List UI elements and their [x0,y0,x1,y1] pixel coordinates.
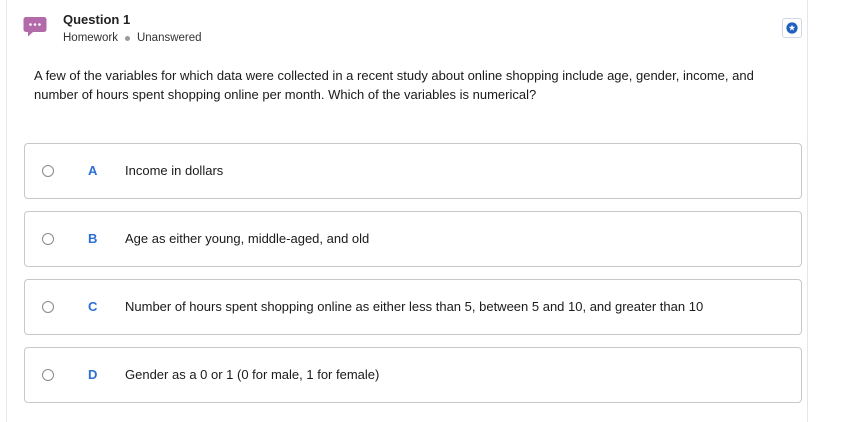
dot-separator [124,35,130,41]
option-d[interactable]: D Gender as a 0 or 1 (0 for male, 1 for … [24,347,802,403]
option-letter: A [88,163,98,178]
option-label: Gender as a 0 or 1 (0 for male, 1 for fe… [125,367,380,382]
option-letter: B [88,231,98,246]
question-card: Question 1 Homework Unanswered A few of … [6,0,808,422]
option-b[interactable]: B Age as either young, middle-aged, and … [24,211,802,267]
question-text: A few of the variables for which data we… [34,68,754,102]
option-label: Number of hours spent shopping online as… [125,299,704,314]
radio-button[interactable] [42,369,54,381]
chat-bubble-icon [23,17,47,37]
option-c[interactable]: C Number of hours spent shopping online … [24,279,802,335]
radio-button[interactable] [42,233,54,245]
option-letter: C [88,299,98,314]
star-bookmark-icon [786,22,798,34]
bookmark-button[interactable] [782,18,802,38]
radio-button[interactable] [42,301,54,313]
question-status: Unanswered [136,32,202,44]
question-category: Homework [63,32,118,44]
option-letter: D [88,367,98,382]
question-meta: Homework Unanswered [63,32,202,44]
option-label: Age as either young, middle-aged, and ol… [125,231,370,246]
option-label: Income in dollars [125,163,224,178]
radio-button[interactable] [42,165,54,177]
option-a[interactable]: A Income in dollars [24,143,802,199]
question-title: Question 1 [63,12,131,27]
